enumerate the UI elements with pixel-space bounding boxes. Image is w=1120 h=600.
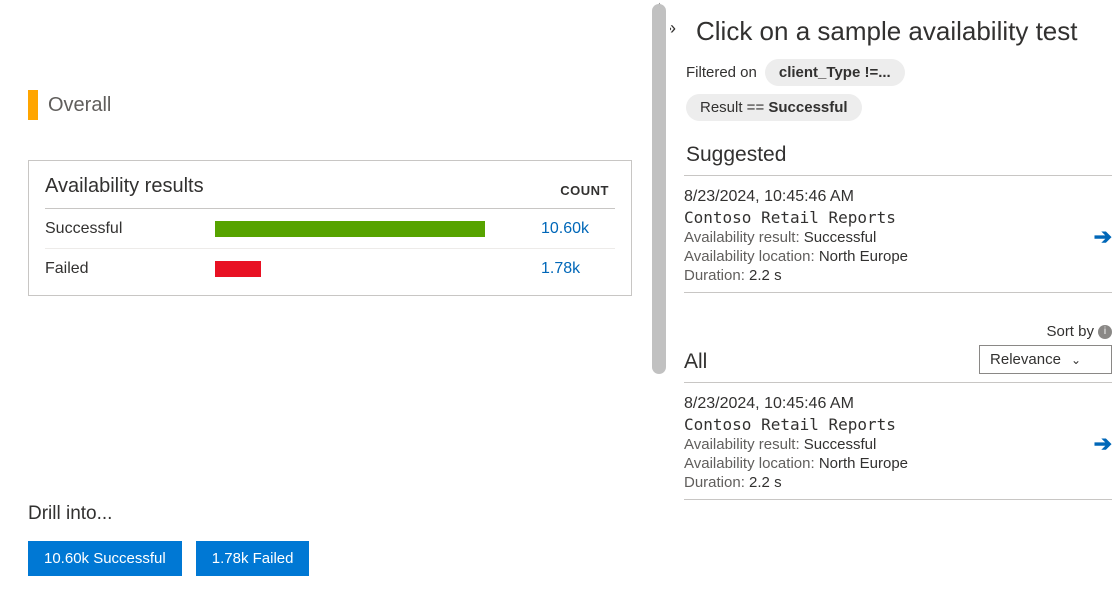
arrow-right-icon[interactable]: ➔	[1094, 431, 1112, 457]
bar-cell	[215, 221, 535, 237]
filter-chip-client-type[interactable]: client_Type !=...	[765, 59, 905, 86]
count-link-failed[interactable]: 1.78k	[535, 260, 615, 278]
chip-prefix: Result ==	[700, 99, 768, 116]
count-link-successful[interactable]: 10.60k	[535, 220, 615, 238]
scroll-thumb[interactable]	[652, 4, 666, 374]
sort-label: Sort by i	[1046, 323, 1112, 340]
chip-text: client_Type !=...	[779, 64, 891, 81]
suggested-item[interactable]: 8/23/2024, 10:45:46 AM Contoso Retail Re…	[684, 188, 1112, 284]
all-header-row: All Sort by i Relevance ⌄	[684, 323, 1112, 374]
bar-cell	[215, 261, 535, 277]
item-duration: Duration: 2.2 s	[684, 474, 1084, 491]
item-duration: Duration: 2.2 s	[684, 267, 1084, 284]
scrollbar[interactable]: ▲	[650, 0, 670, 600]
item-result: Availability result: Successful	[684, 436, 1084, 453]
filter-row-2: Result == Successful	[686, 94, 1112, 121]
drill-section: Drill into... 10.60k Successful 1.78k Fa…	[28, 493, 632, 600]
overall-accent-bar	[28, 90, 38, 120]
item-name: Contoso Retail Reports	[684, 208, 1084, 227]
field-label: Availability result:	[684, 436, 800, 453]
field-label: Availability result:	[684, 229, 800, 246]
field-value: North Europe	[819, 455, 908, 472]
field-value: North Europe	[819, 248, 908, 265]
divider	[684, 382, 1112, 383]
overall-label: Overall	[48, 94, 111, 117]
drill-successful-button[interactable]: 10.60k Successful	[28, 541, 182, 576]
right-pane-title: Click on a sample availability test	[696, 16, 1112, 47]
chevron-down-icon: ⌄	[1071, 353, 1081, 367]
count-column-header: COUNT	[560, 183, 615, 198]
arrow-right-icon[interactable]: ➔	[1094, 224, 1112, 250]
left-pane: Overall Availability results COUNT Succe…	[0, 0, 650, 600]
sort-label-text: Sort by	[1046, 323, 1094, 340]
bar-failed	[215, 261, 261, 277]
field-value: Successful	[804, 436, 877, 453]
sort-block: Sort by i Relevance ⌄	[979, 323, 1112, 374]
sort-value: Relevance	[990, 351, 1061, 368]
all-item[interactable]: 8/23/2024, 10:45:46 AM Contoso Retail Re…	[684, 395, 1112, 491]
results-header-row: Availability results COUNT	[45, 175, 615, 209]
right-pane: » Click on a sample availability test Fi…	[670, 0, 1120, 600]
item-location: Availability location: North Europe	[684, 248, 1084, 265]
suggested-header: Suggested	[686, 143, 1112, 167]
item-result: Availability result: Successful	[684, 229, 1084, 246]
field-label: Availability location:	[684, 248, 815, 265]
divider	[684, 292, 1112, 293]
drill-title: Drill into...	[28, 503, 632, 525]
all-header: All	[684, 350, 707, 374]
field-label: Duration:	[684, 267, 745, 284]
filter-chip-result[interactable]: Result == Successful	[686, 94, 862, 121]
drill-buttons: 10.60k Successful 1.78k Failed	[28, 541, 632, 576]
sort-select[interactable]: Relevance ⌄	[979, 345, 1112, 374]
field-value: 2.2 s	[749, 267, 782, 284]
results-title: Availability results	[45, 175, 204, 198]
info-icon[interactable]: i	[1098, 325, 1112, 339]
chip-value: Successful	[768, 99, 847, 116]
field-value: 2.2 s	[749, 474, 782, 491]
divider	[684, 499, 1112, 500]
divider	[684, 175, 1112, 176]
result-label: Failed	[45, 260, 215, 278]
drill-failed-button[interactable]: 1.78k Failed	[196, 541, 310, 576]
item-name: Contoso Retail Reports	[684, 415, 1084, 434]
filter-row: Filtered on client_Type !=...	[686, 59, 1112, 86]
field-label: Availability location:	[684, 455, 815, 472]
expand-panel-icon[interactable]: »	[670, 18, 676, 39]
overall-header: Overall	[28, 90, 632, 120]
result-label: Successful	[45, 220, 215, 238]
availability-results-card: Availability results COUNT Successful 10…	[28, 160, 632, 296]
result-row-failed: Failed 1.78k	[45, 249, 615, 289]
field-value: Successful	[804, 229, 877, 246]
item-location: Availability location: North Europe	[684, 455, 1084, 472]
bar-successful	[215, 221, 485, 237]
filter-label: Filtered on	[686, 64, 757, 81]
result-row-successful: Successful 10.60k	[45, 209, 615, 249]
field-label: Duration:	[684, 474, 745, 491]
item-timestamp: 8/23/2024, 10:45:46 AM	[684, 395, 1084, 413]
item-timestamp: 8/23/2024, 10:45:46 AM	[684, 188, 1084, 206]
